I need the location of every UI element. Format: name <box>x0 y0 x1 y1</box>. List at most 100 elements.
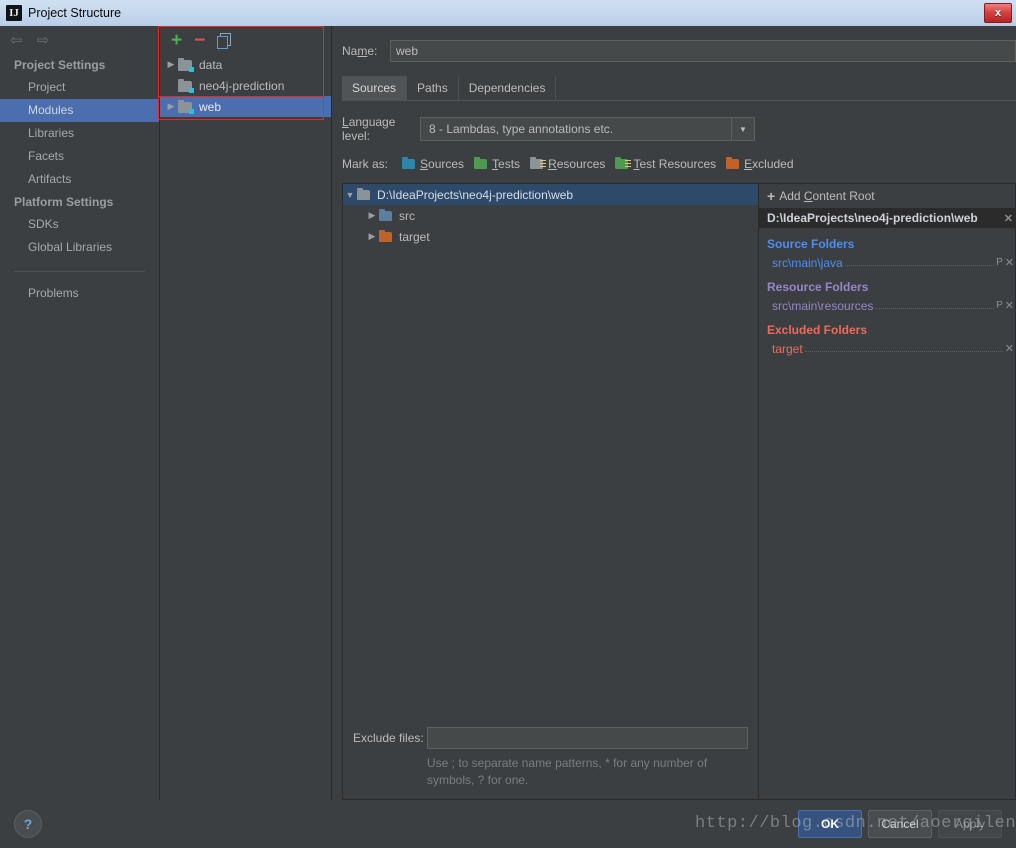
remove-resource-folder-icon[interactable]: ✕ <box>1005 299 1014 312</box>
exclude-files-input[interactable] <box>427 727 748 749</box>
dialog-bottom-bar: ? OK Cancel Apply <box>0 800 1016 848</box>
folder-icon <box>357 187 372 201</box>
mark-as-sources-label: Sources <box>420 157 465 171</box>
package-prefix-icon[interactable]: P <box>996 300 1003 311</box>
sidebar-divider <box>14 271 145 272</box>
language-level-row: Language level: 8 - Lambdas, type annota… <box>332 101 1016 143</box>
detail-tabs: Sources Paths Dependencies <box>342 76 1016 100</box>
mark-as-tests-label: Tests <box>492 157 521 171</box>
content-root-path-header: D:\IdeaProjects\neo4j-prediction\web ✕ <box>759 208 1015 228</box>
excluded-folder-icon <box>379 229 394 243</box>
expand-triangle-icon[interactable]: ▶ <box>365 210 379 221</box>
sidebar-item-global-libraries[interactable]: Global Libraries <box>0 236 159 259</box>
forward-arrow-icon[interactable]: ⇨ <box>37 33 50 48</box>
dotted-leader <box>844 255 995 266</box>
module-folder-icon <box>178 57 194 72</box>
sidebar-item-facets[interactable]: Facets <box>0 145 159 168</box>
content-root-tree: ▼ D:\IdeaProjects\neo4j-prediction\web ▶… <box>343 184 759 799</box>
cancel-button[interactable]: Cancel <box>868 810 932 838</box>
tab-dependencies[interactable]: Dependencies <box>458 76 557 100</box>
mark-as-test-resources-button[interactable]: Test Resources <box>615 157 716 171</box>
app-icon: IJ <box>6 5 22 21</box>
ok-button[interactable]: OK <box>798 810 862 838</box>
collapse-triangle-icon[interactable]: ▼ <box>343 190 357 200</box>
modules-list-panel: + − ▶ data ▶ neo4j-prediction ▶ web <box>160 26 332 800</box>
sidebar-item-project[interactable]: Project <box>0 76 159 99</box>
module-label: web <box>199 99 222 114</box>
tree-row-content-root[interactable]: ▼ D:\IdeaProjects\neo4j-prediction\web <box>343 184 758 205</box>
mark-as-tests-button[interactable]: Tests <box>474 157 520 171</box>
remove-content-root-icon[interactable]: ✕ <box>1004 212 1013 225</box>
content-root-tree-body: ▼ D:\IdeaProjects\neo4j-prediction\web ▶… <box>343 184 758 717</box>
exclude-files-hint: Use ; to separate name patterns, * for a… <box>427 756 708 787</box>
content-root-path: D:\IdeaProjects\neo4j-prediction\web <box>767 211 978 225</box>
chevron-down-icon[interactable]: ▼ <box>731 118 754 140</box>
excluded-folder-row[interactable]: target ✕ <box>759 340 1015 357</box>
excluded-folder-path: target <box>772 341 803 356</box>
module-detail-panel: Name: Sources Paths Dependencies Languag… <box>332 26 1016 800</box>
module-name-label: Name: <box>342 44 378 58</box>
tests-folder-icon <box>474 157 489 170</box>
window-titlebar: IJ Project Structure x <box>0 0 1016 27</box>
exclude-files-label: Exclude files: <box>353 731 424 745</box>
back-arrow-icon[interactable]: ⇦ <box>10 33 23 48</box>
sidebar-nav-arrows: ⇦ ⇨ <box>0 26 159 54</box>
dialog-button-group: OK Cancel Apply <box>798 810 1002 838</box>
mark-as-excluded-button[interactable]: Excluded <box>726 157 794 171</box>
mark-as-test-resources-label: Test Resources <box>633 157 717 171</box>
package-prefix-icon[interactable]: P <box>996 257 1003 268</box>
add-module-icon[interactable]: + <box>171 31 182 50</box>
settings-sidebar: ⇦ ⇨ Project Settings Project Modules Lib… <box>0 26 160 800</box>
add-content-root-label: Add Content Root <box>779 189 875 203</box>
tab-paths[interactable]: Paths <box>407 76 459 100</box>
resource-folders-heading: Resource Folders <box>767 280 869 294</box>
mark-as-label: Mark as: <box>342 157 389 171</box>
dialog-content-row: ⇦ ⇨ Project Settings Project Modules Lib… <box>0 26 1016 800</box>
sidebar-item-libraries[interactable]: Libraries <box>0 122 159 145</box>
help-icon[interactable]: ? <box>14 810 42 838</box>
source-folders-heading: Source Folders <box>767 237 855 251</box>
expand-triangle-icon[interactable]: ▶ <box>164 101 178 112</box>
sidebar-group-platform-settings: Platform Settings <box>14 195 114 209</box>
source-folder-row[interactable]: src\main\java P ✕ <box>759 254 1015 271</box>
sidebar-item-problems[interactable]: Problems <box>0 282 159 305</box>
dotted-leader <box>804 341 1003 352</box>
resource-folder-path: src\main\resources <box>772 298 874 313</box>
apply-button[interactable]: Apply <box>938 810 1002 838</box>
modules-toolbar: + − <box>160 26 331 54</box>
mark-as-resources-button[interactable]: Resources <box>530 157 605 171</box>
remove-source-folder-icon[interactable]: ✕ <box>1005 256 1014 269</box>
remove-module-icon[interactable]: − <box>194 31 205 50</box>
add-content-root-button[interactable]: + Add Content Root <box>759 184 1015 208</box>
sidebar-item-artifacts[interactable]: Artifacts <box>0 168 159 191</box>
module-item-web[interactable]: ▶ web <box>160 96 331 117</box>
remove-excluded-folder-icon[interactable]: ✕ <box>1005 342 1014 355</box>
expand-triangle-icon[interactable]: ▶ <box>365 231 379 242</box>
expand-triangle-icon[interactable]: ▶ <box>164 59 178 70</box>
mark-as-sources-button[interactable]: Sources <box>402 157 464 171</box>
module-name-input[interactable] <box>390 40 1016 62</box>
language-level-select[interactable]: 8 - Lambdas, type annotations etc. ▼ <box>420 117 755 141</box>
module-folder-icon <box>178 78 194 93</box>
copy-module-icon[interactable] <box>217 32 232 49</box>
module-label: neo4j-prediction <box>199 78 285 93</box>
sidebar-item-sdks[interactable]: SDKs <box>0 213 159 236</box>
tree-row-src[interactable]: ▶ src <box>343 205 758 226</box>
sidebar-group-project-settings: Project Settings <box>14 58 106 72</box>
module-item-neo4j-prediction[interactable]: ▶ neo4j-prediction <box>160 75 331 96</box>
tree-row-target[interactable]: ▶ target <box>343 226 758 247</box>
window-title: Project Structure <box>28 6 122 20</box>
content-root-details-panel: + Add Content Root D:\IdeaProjects\neo4j… <box>759 184 1015 799</box>
tab-sources[interactable]: Sources <box>342 76 408 100</box>
tree-row-label: target <box>399 229 430 244</box>
module-folder-icon <box>178 99 194 114</box>
source-folder-icon <box>379 208 394 222</box>
sidebar-item-modules[interactable]: Modules <box>0 99 159 122</box>
sources-folder-icon <box>402 157 417 170</box>
tree-row-label: src <box>399 208 415 223</box>
module-item-data[interactable]: ▶ data <box>160 54 331 75</box>
tree-row-label: D:\IdeaProjects\neo4j-prediction\web <box>377 187 574 202</box>
resource-folder-row[interactable]: src\main\resources P ✕ <box>759 297 1015 314</box>
module-label: data <box>199 57 223 72</box>
close-icon[interactable]: x <box>984 3 1012 23</box>
